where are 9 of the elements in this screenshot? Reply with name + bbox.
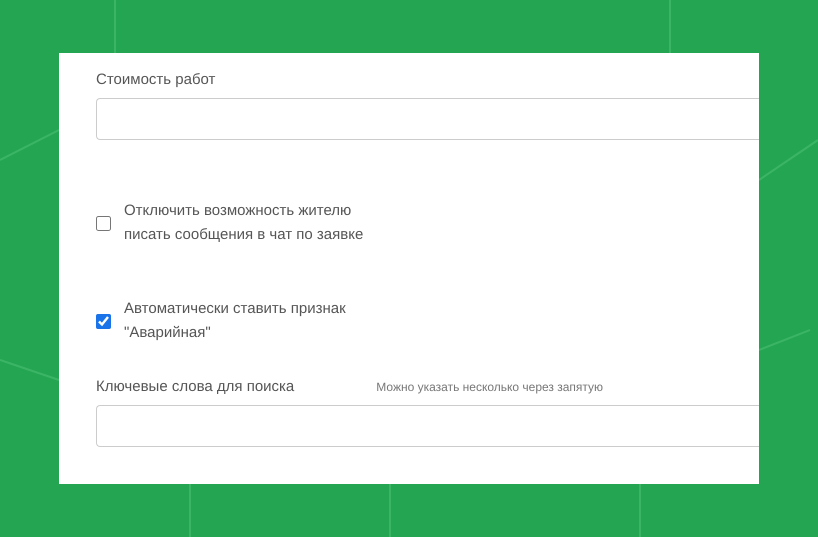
field-label: Ключевые слова для поиска xyxy=(96,378,294,396)
checkbox[interactable] xyxy=(96,314,111,328)
checkbox-label: Отключить возможность жителю писать сообщения в чат по заявке xyxy=(124,201,364,245)
input-field[interactable] xyxy=(96,98,759,140)
field-hint: Можно указать несколько через запятую xyxy=(376,380,604,394)
checkbox[interactable] xyxy=(96,216,111,230)
checkbox-label: Автоматически ставить признак "Аварийная" xyxy=(124,299,347,343)
field-label: Стоимость работ xyxy=(96,71,216,89)
input-field[interactable] xyxy=(96,405,759,447)
